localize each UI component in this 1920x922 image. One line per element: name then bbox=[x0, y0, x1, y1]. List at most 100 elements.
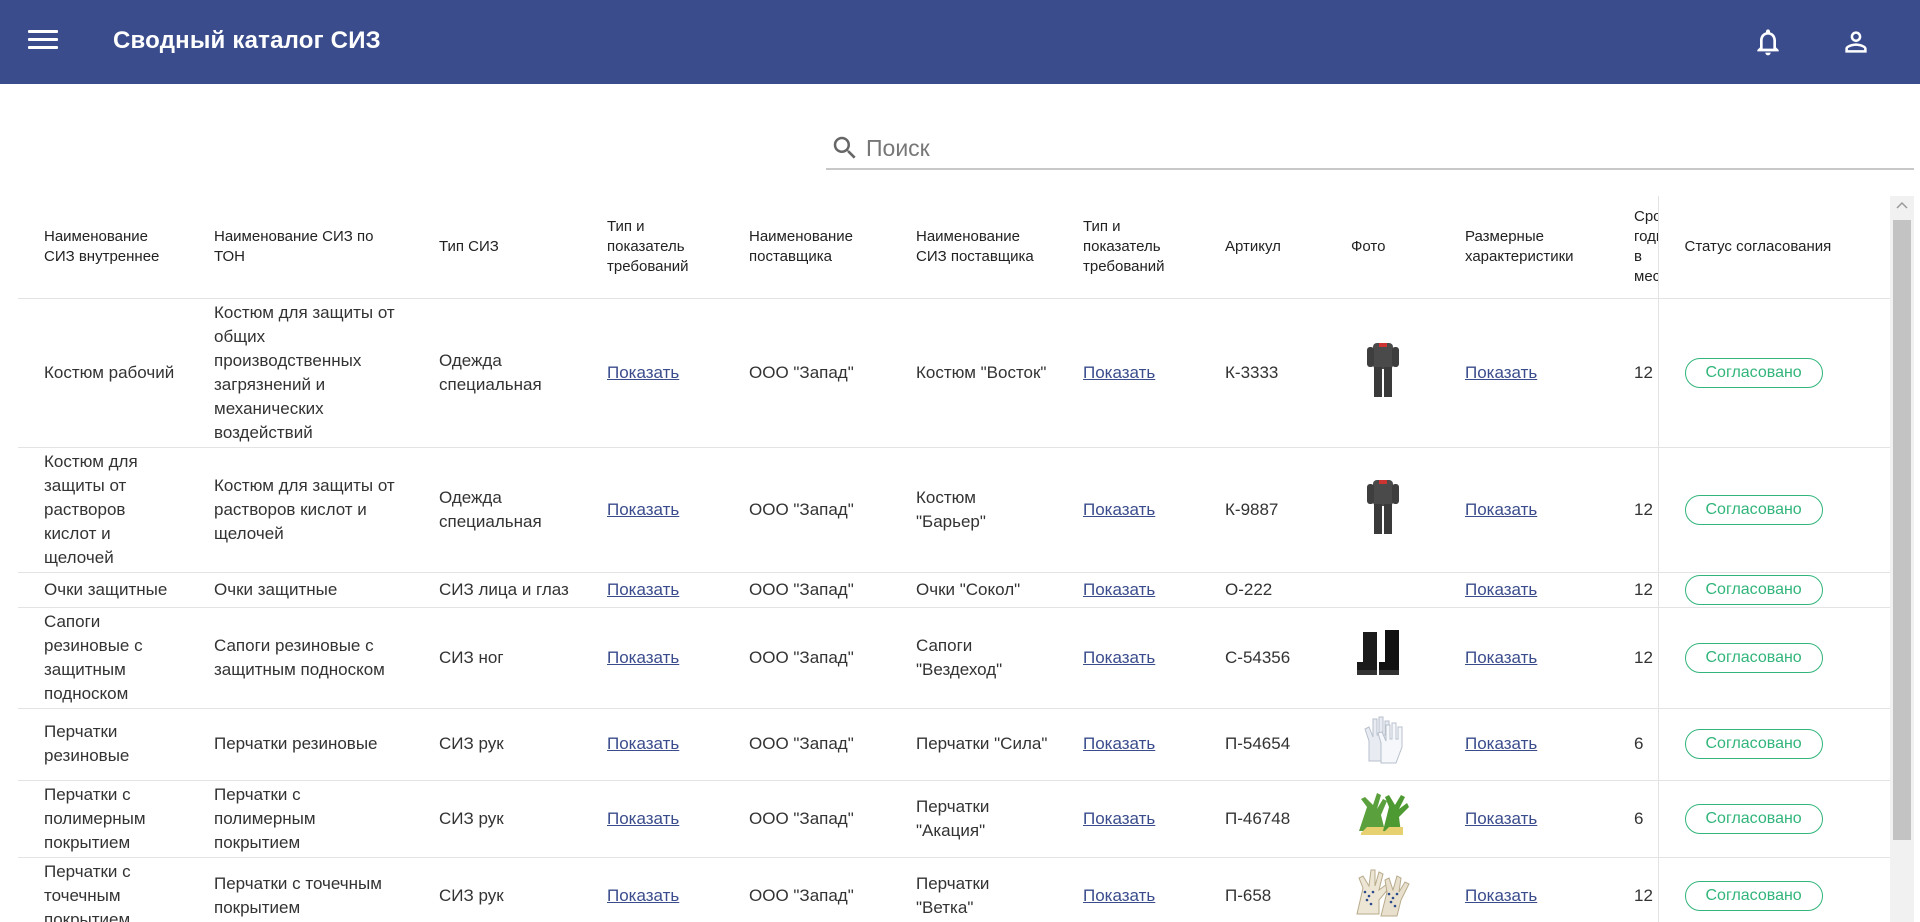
requirements-link-2[interactable]: Показать bbox=[1083, 363, 1155, 382]
status-badge[interactable]: Согласовано bbox=[1684, 574, 1823, 605]
sizes-link[interactable]: Показать bbox=[1465, 734, 1537, 753]
requirements-link[interactable]: Показать bbox=[607, 648, 679, 667]
product-photo-suit[interactable] bbox=[1351, 339, 1415, 399]
header-shelf-life[interactable]: Срок годн в меся bbox=[1616, 196, 1658, 299]
product-photo-suit[interactable] bbox=[1351, 476, 1415, 536]
cell-requirements-2: Показать bbox=[1057, 857, 1199, 922]
scroll-up-arrow-icon[interactable] bbox=[1896, 200, 1908, 210]
header-type[interactable]: Тип СИЗ bbox=[413, 196, 581, 299]
product-photo-gloves-white[interactable] bbox=[1351, 711, 1415, 771]
header-supplier-name[interactable]: Наименование СИЗ поставщика bbox=[890, 196, 1057, 299]
cell-type: СИЗ рук bbox=[413, 708, 581, 781]
table-header-row: Наименование СИЗ внутреннее Наименование… bbox=[18, 196, 1890, 299]
cell-status: Согласовано bbox=[1657, 298, 1890, 448]
sizes-link[interactable]: Показать bbox=[1465, 886, 1537, 905]
search-input[interactable] bbox=[866, 130, 1914, 166]
header-requirements-2[interactable]: Тип и показатель требований bbox=[1057, 196, 1199, 299]
table-row[interactable]: Очки защитные Очки защитные СИЗ лица и гла… bbox=[18, 572, 1890, 608]
requirements-link-2[interactable]: Показать bbox=[1083, 809, 1155, 828]
cell-supplier: ООО "Запад" bbox=[723, 708, 890, 781]
header-ton-name[interactable]: Наименование СИЗ по ТОН bbox=[188, 196, 413, 299]
sizes-link[interactable]: Показать bbox=[1465, 809, 1537, 828]
cell-supplier: ООО "Запад" bbox=[723, 447, 890, 573]
cell-supplier: ООО "Запад" bbox=[723, 857, 890, 922]
product-photo-gloves-dotted[interactable] bbox=[1351, 862, 1415, 922]
account-icon[interactable] bbox=[1840, 26, 1872, 58]
status-badge[interactable]: Согласовано bbox=[1684, 494, 1823, 525]
cell-internal-name: Перчатки с полимерным покрытием bbox=[18, 780, 188, 858]
requirements-link[interactable]: Показать bbox=[607, 500, 679, 519]
cell-supplier-name: Костюм "Барьер" bbox=[890, 447, 1057, 573]
cell-internal-name: Перчатки резиновые bbox=[18, 708, 188, 781]
cell-status: Согласовано bbox=[1657, 447, 1890, 573]
cell-requirements: Показать bbox=[581, 447, 723, 573]
table-row[interactable]: Костюм для защиты от растворов кислот и … bbox=[18, 447, 1890, 573]
requirements-link-2[interactable]: Показать bbox=[1083, 886, 1155, 905]
requirements-link-2[interactable]: Показать bbox=[1083, 648, 1155, 667]
header-sizes[interactable]: Размерные характеристики bbox=[1439, 196, 1616, 299]
table-row[interactable]: Перчатки с полимерным покрытием Перчатки … bbox=[18, 780, 1890, 858]
cell-status: Согласовано bbox=[1657, 780, 1890, 858]
status-badge[interactable]: Согласовано bbox=[1684, 729, 1823, 759]
requirements-link[interactable]: Показать bbox=[607, 734, 679, 753]
cell-supplier: ООО "Запад" bbox=[723, 780, 890, 858]
cell-requirements: Показать bbox=[581, 572, 723, 608]
bell-icon[interactable] bbox=[1752, 26, 1784, 58]
cell-internal-name: Перчатки с точечным покрытием bbox=[18, 857, 188, 922]
cell-type: СИЗ рук bbox=[413, 857, 581, 922]
cell-requirements-2: Показать bbox=[1057, 572, 1199, 608]
cell-requirements: Показать bbox=[581, 780, 723, 858]
status-badge[interactable]: Согласовано bbox=[1684, 803, 1823, 834]
cell-type: СИЗ ног bbox=[413, 607, 581, 709]
status-badge[interactable]: Согласовано bbox=[1684, 357, 1823, 388]
scrollbar-thumb[interactable] bbox=[1893, 220, 1911, 840]
cell-photo bbox=[1325, 780, 1439, 858]
status-badge[interactable]: Согласовано bbox=[1684, 642, 1823, 673]
header-internal-name[interactable]: Наименование СИЗ внутреннее bbox=[18, 196, 188, 299]
sizes-link[interactable]: Показать bbox=[1465, 580, 1537, 599]
cell-requirements-2: Показать bbox=[1057, 447, 1199, 573]
cell-shelf-life: 12 bbox=[1616, 572, 1658, 608]
table-row[interactable]: Сапоги резиновые с защитным подноском Сап… bbox=[18, 607, 1890, 709]
header-article[interactable]: Артикул bbox=[1199, 196, 1325, 299]
cell-sizes: Показать bbox=[1439, 857, 1616, 922]
requirements-link[interactable]: Показать bbox=[607, 363, 679, 382]
cell-supplier-name: Перчатки "Сила" bbox=[890, 708, 1057, 781]
cell-requirements: Показать bbox=[581, 298, 723, 448]
table-row[interactable]: Костюм рабочий Костюм для защиты от общих… bbox=[18, 298, 1890, 448]
sizes-link[interactable]: Показать bbox=[1465, 363, 1537, 382]
table-row[interactable]: Перчатки с точечным покрытием Перчатки с … bbox=[18, 857, 1890, 922]
vertical-scrollbar[interactable] bbox=[1890, 196, 1914, 922]
cell-requirements-2: Показать bbox=[1057, 708, 1199, 781]
sizes-link[interactable]: Показать bbox=[1465, 648, 1537, 667]
table-row[interactable]: Перчатки резиновые Перчатки резиновые СИЗ … bbox=[18, 708, 1890, 781]
cell-type: СИЗ рук bbox=[413, 780, 581, 858]
cell-article: П-46748 bbox=[1199, 780, 1325, 858]
header-photo[interactable]: Фото bbox=[1325, 196, 1439, 299]
menu-icon[interactable] bbox=[28, 30, 58, 54]
cell-requirements: Показать bbox=[581, 857, 723, 922]
product-photo-gloves-green[interactable] bbox=[1351, 785, 1415, 845]
cell-ton-name: Перчатки резиновые bbox=[188, 708, 413, 781]
cell-photo bbox=[1325, 572, 1439, 608]
cell-photo bbox=[1325, 298, 1439, 448]
header-requirements[interactable]: Тип и показатель требований bbox=[581, 196, 723, 299]
cell-supplier-name: Костюм "Восток" bbox=[890, 298, 1057, 448]
cell-requirements: Показать bbox=[581, 607, 723, 709]
status-badge[interactable]: Согласовано bbox=[1684, 880, 1823, 911]
cell-requirements-2: Показать bbox=[1057, 298, 1199, 448]
sizes-link[interactable]: Показать bbox=[1465, 500, 1537, 519]
cell-status: Согласовано bbox=[1657, 857, 1890, 922]
product-photo-boots[interactable] bbox=[1351, 624, 1415, 684]
cell-article: К-3333 bbox=[1199, 298, 1325, 448]
requirements-link-2[interactable]: Показать bbox=[1083, 500, 1155, 519]
table-body: Костюм рабочий Костюм для защиты от общих… bbox=[18, 298, 1890, 922]
header-supplier[interactable]: Наименование поставщика bbox=[723, 196, 890, 299]
header-status[interactable]: Статус согласования bbox=[1657, 196, 1890, 299]
requirements-link-2[interactable]: Показать bbox=[1083, 734, 1155, 753]
requirements-link[interactable]: Показать bbox=[607, 809, 679, 828]
cell-internal-name: Сапоги резиновые с защитным подноском bbox=[18, 607, 188, 709]
requirements-link-2[interactable]: Показать bbox=[1083, 580, 1155, 599]
requirements-link[interactable]: Показать bbox=[607, 886, 679, 905]
requirements-link[interactable]: Показать bbox=[607, 580, 679, 599]
